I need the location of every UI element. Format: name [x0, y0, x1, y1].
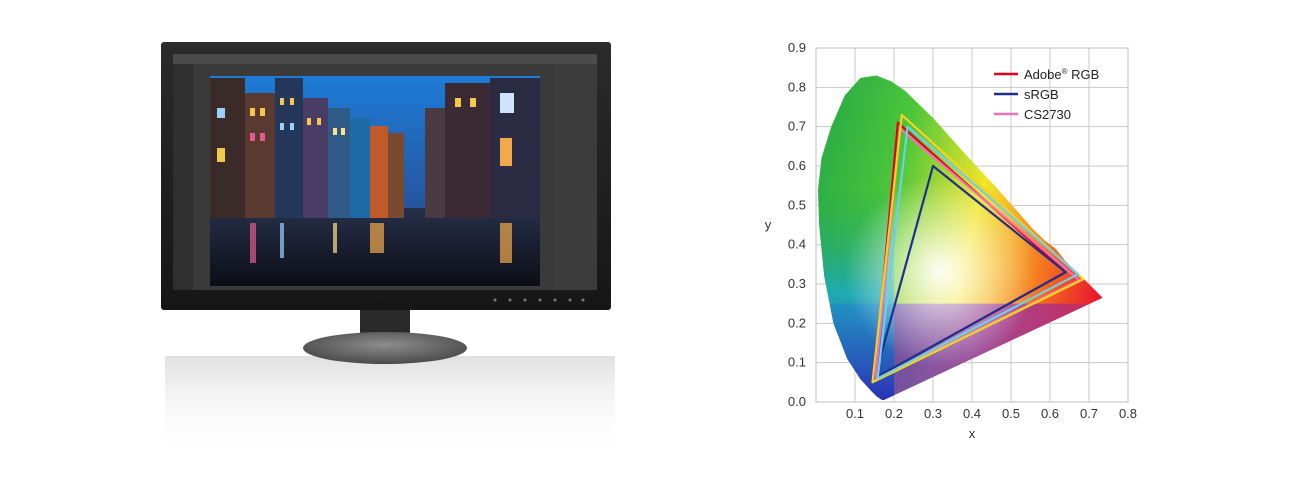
y-tick-label: 0.6: [788, 158, 806, 173]
x-tick-label: 0.4: [963, 406, 981, 421]
x-tick-label: 0.2: [885, 406, 903, 421]
locus-white-point: [845, 177, 1036, 368]
monitor-photo: [161, 42, 615, 456]
x-tick-label: 0.3: [924, 406, 942, 421]
x-tick-label: 0.8: [1119, 406, 1137, 421]
y-tick-label: 0.3: [788, 276, 806, 291]
reflection: [165, 356, 615, 456]
y-tick-label: 0.4: [788, 237, 806, 252]
y-axis-label: y: [765, 217, 772, 232]
y-tick-label: 0.7: [788, 119, 806, 134]
x-tick-label: 0.7: [1080, 406, 1098, 421]
legend-label: CS2730: [1024, 107, 1071, 122]
y-tick-label: 0.0: [788, 394, 806, 409]
y-tick-label: 0.2: [788, 315, 806, 330]
x-tick-label: 0.6: [1041, 406, 1059, 421]
y-tick-label: 0.5: [788, 197, 806, 212]
y-tick-label: 0.8: [788, 79, 806, 94]
y-tick-label: 0.9: [788, 40, 806, 55]
y-tick-label: 0.1: [788, 355, 806, 370]
x-tick-label: 0.5: [1002, 406, 1020, 421]
chromaticity-chart: 0.1 0.2 0.3 0.4 0.5 0.6 0.7 0.8 0.0 0.1 0.2 0.3 0.4 0…: [765, 40, 1137, 441]
stand-base: [303, 332, 467, 364]
x-tick-label: 0.1: [846, 406, 864, 421]
x-axis-label: x: [969, 426, 976, 441]
legend-label: sRGB: [1024, 87, 1059, 102]
app-toolbar: [173, 54, 597, 64]
tools-panel: [173, 64, 193, 290]
layers-panel: [553, 64, 597, 290]
